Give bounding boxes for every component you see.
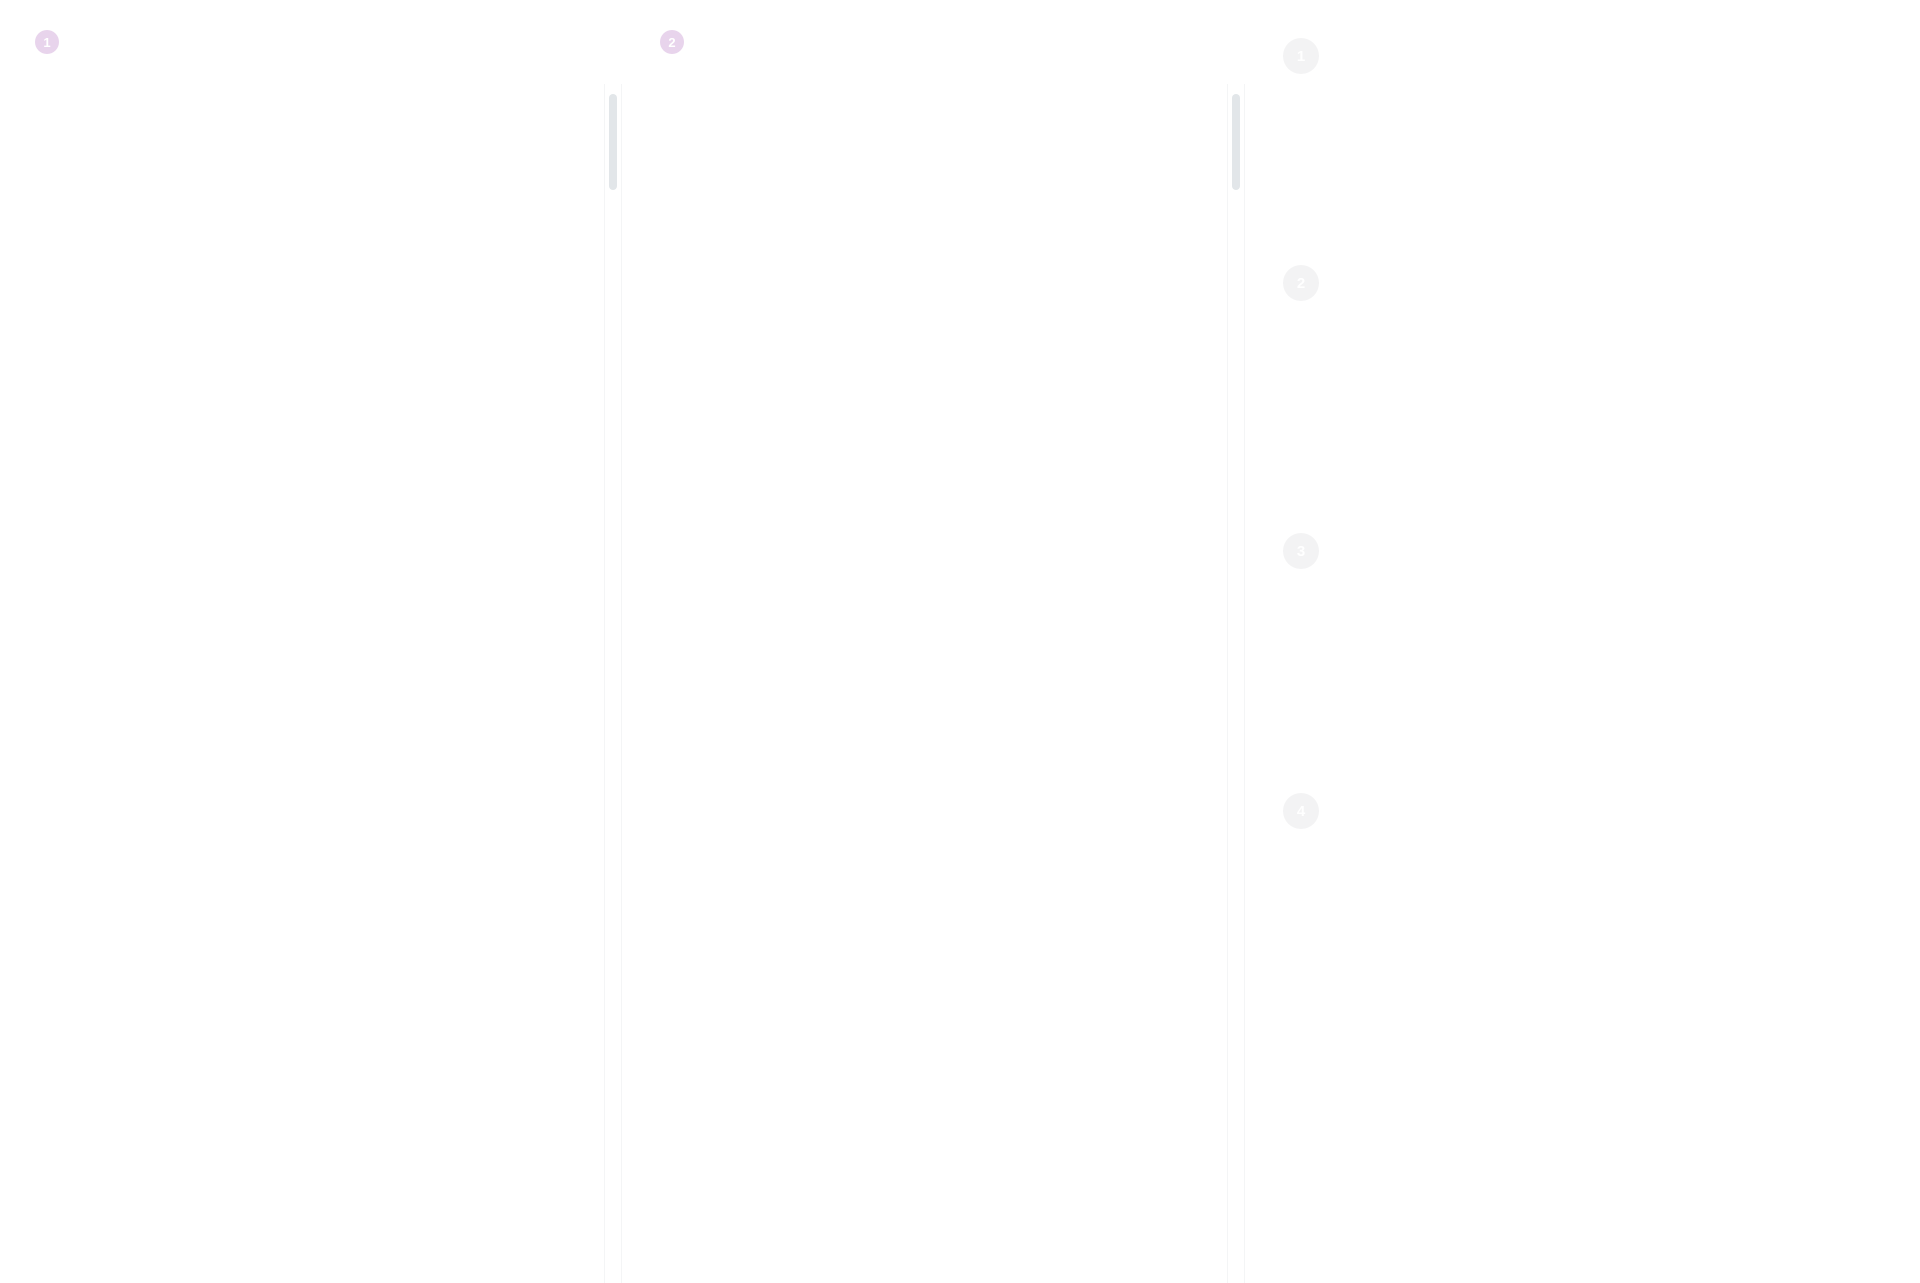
panel-2-content[interactable] xyxy=(620,84,1220,1283)
panel-1-scrollbar-thumb[interactable] xyxy=(609,94,617,190)
step-indicator-4: 4 xyxy=(1283,793,1319,829)
step-indicator-1: 1 xyxy=(1283,38,1319,74)
panel-1: 1 xyxy=(0,0,600,1283)
step-badge-2: 2 xyxy=(660,30,684,54)
panel-2: 2 xyxy=(620,0,1220,1283)
step-indicator-2: 2 xyxy=(1283,265,1319,301)
panel-3-steps: 1 2 3 4 xyxy=(1240,0,1920,1283)
page: 1 2 1 2 3 4 xyxy=(0,0,1920,1283)
panel-2-scrollbar-thumb[interactable] xyxy=(1232,94,1240,190)
step-indicator-3: 3 xyxy=(1283,533,1319,569)
panel-1-content[interactable] xyxy=(0,84,600,1283)
step-badge-1: 1 xyxy=(35,30,59,54)
